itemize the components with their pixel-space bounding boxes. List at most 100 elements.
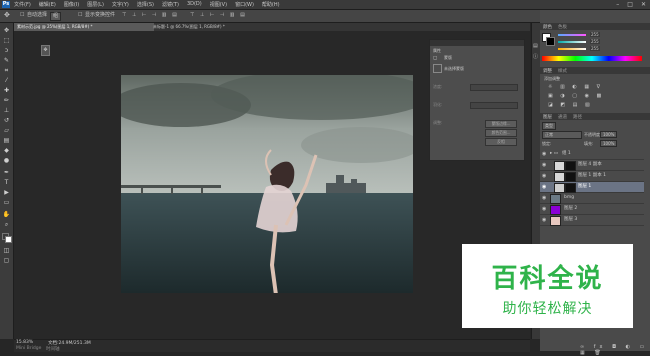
menu-3d[interactable]: 3D(D) xyxy=(187,1,202,8)
zoom-tool-icon[interactable]: ⌕ xyxy=(2,221,11,229)
history-brush-tool-icon[interactable]: ↺ xyxy=(2,117,11,125)
blue-slider[interactable] xyxy=(558,48,586,50)
eye-icon[interactable]: ◉ xyxy=(542,193,546,203)
tab-paths[interactable]: 路径 xyxy=(573,114,582,120)
screen-mode-icon[interactable]: ▢ xyxy=(2,257,11,265)
color-range-button[interactable]: 颜色范围... xyxy=(485,129,517,137)
brush-tool-icon[interactable]: ✏ xyxy=(2,97,11,105)
pen-tool-icon[interactable]: ✒ xyxy=(2,169,11,177)
tab-styles[interactable]: 样式 xyxy=(558,68,567,74)
hand-tool-icon[interactable]: ✋ xyxy=(2,211,11,219)
marquee-tool-icon[interactable]: ⬚ xyxy=(2,37,11,45)
density-field[interactable] xyxy=(470,84,518,91)
minimize-button[interactable]: – xyxy=(616,1,619,8)
background-color-swatch[interactable] xyxy=(5,236,12,243)
red-slider[interactable] xyxy=(558,34,586,36)
eyedropper-tool-icon[interactable]: ⁄ xyxy=(2,77,11,85)
tab-document-2[interactable]: 未标题-1 @ 66.7%(图层 1, RGB/8#) * xyxy=(150,23,306,31)
menu-view[interactable]: 视图(V) xyxy=(210,1,227,8)
healing-brush-tool-icon[interactable]: ✚ xyxy=(2,87,11,95)
path-select-tool-icon[interactable]: ▶ xyxy=(2,189,11,197)
adjustment-icons-row-1[interactable]: ☼ ▥ ◐ ▦ ∇ xyxy=(548,84,603,90)
red-value[interactable]: 255 xyxy=(590,32,600,37)
adjustment-icons-row-3[interactable]: ◪ ◩ ▤ ▧ xyxy=(548,102,593,108)
tab-channels[interactable]: 通道 xyxy=(558,114,567,120)
tab-color[interactable]: 颜色 xyxy=(543,24,552,30)
fill-field[interactable]: 100% xyxy=(600,140,618,147)
eye-icon[interactable]: ◉ xyxy=(542,149,546,159)
color-bg-swatch[interactable] xyxy=(546,37,555,46)
menu-filter[interactable]: 滤镜(T) xyxy=(162,1,179,8)
eye-icon[interactable]: ◉ xyxy=(542,204,546,214)
menu-help[interactable]: 帮助(H) xyxy=(262,1,280,8)
blue-value[interactable]: 255 xyxy=(590,46,600,51)
crop-tool-icon[interactable]: ⌗ xyxy=(2,67,11,75)
tab-adjustments[interactable]: 调整 xyxy=(543,68,552,74)
mask-thumb[interactable] xyxy=(433,64,442,73)
menu-edit[interactable]: 编辑(E) xyxy=(39,1,56,8)
layer-row[interactable]: ◉ bmg xyxy=(540,193,644,204)
invert-button[interactable]: 反相 xyxy=(485,138,517,146)
menu-type[interactable]: 文字(Y) xyxy=(112,1,129,8)
menu-select[interactable]: 选择(S) xyxy=(137,1,154,8)
lasso-tool-icon[interactable]: ↄ xyxy=(2,47,11,55)
tab-swatches[interactable]: 色板 xyxy=(558,24,567,30)
green-slider[interactable] xyxy=(558,41,586,43)
tab-layers[interactable]: 图层 xyxy=(543,114,552,120)
feather-field[interactable] xyxy=(470,102,518,109)
quick-select-tool-icon[interactable]: ✎ xyxy=(2,57,11,65)
align-icons[interactable]: ⊤ ⊥ ⊢ ⊣ ▥ ▤ xyxy=(122,12,179,19)
menu-image[interactable]: 图像(I) xyxy=(64,1,79,8)
info-icon[interactable]: ⓘ xyxy=(533,53,538,60)
type-tool-icon[interactable]: T xyxy=(2,179,11,187)
auto-select-target-dropdown[interactable]: 组 xyxy=(50,12,62,21)
auto-select-checkbox[interactable]: ☐ xyxy=(20,12,24,19)
maximize-button[interactable]: □ xyxy=(627,1,633,8)
tab-document-1[interactable]: 素材示范.jpg @ 25%(图层 1, RGB/8#) * xyxy=(14,23,154,31)
timeline-tab[interactable]: 时间轴 xyxy=(46,346,60,352)
properties-panel[interactable]: 属性 ◻ 蒙版 未选择蒙版 浓度: 羽化: 调整: 蒙版边缘... 颜色范围..… xyxy=(429,39,525,161)
layer-kind-filter[interactable]: 类型 xyxy=(542,122,556,130)
eraser-tool-icon[interactable]: ▱ xyxy=(2,127,11,135)
green-value[interactable]: 255 xyxy=(590,39,600,44)
layer-row[interactable]: ◉ 图层 3 xyxy=(540,215,644,226)
move-tool-icon[interactable]: ✥ xyxy=(2,27,11,35)
distribute-icons[interactable]: ⊤ ⊥ ⊢ ⊣ ▥ ▤ xyxy=(190,12,247,19)
menu-file[interactable]: 文件(F) xyxy=(14,1,31,8)
layer-mask-thumb[interactable] xyxy=(565,172,576,182)
layer-row[interactable]: ◉ 图层 4 副本 xyxy=(540,160,644,171)
blend-mode-dropdown[interactable]: 正常 xyxy=(542,131,582,139)
eye-icon[interactable]: ◉ xyxy=(542,171,546,181)
opacity-field[interactable]: 100% xyxy=(600,131,618,138)
dodge-tool-icon[interactable]: ● xyxy=(2,157,11,165)
mask-edge-button[interactable]: 蒙版边缘... xyxy=(485,120,517,128)
quick-mask-icon[interactable]: ◫ xyxy=(2,247,11,255)
menu-layer[interactable]: 图层(L) xyxy=(87,1,104,8)
zoom-readout[interactable]: 15.83% xyxy=(16,340,33,345)
shape-tool-icon[interactable]: ▭ xyxy=(2,199,11,207)
layer-mask-thumb[interactable] xyxy=(565,183,576,193)
gradient-tool-icon[interactable]: ▤ xyxy=(2,137,11,145)
layer-action-icons[interactable]: ∞ fx ◘ ◐ ▭ ▦ 🗑 xyxy=(580,344,650,356)
mini-bridge-tab[interactable]: Mini Bridge xyxy=(16,346,41,351)
eye-icon[interactable]: ◉ xyxy=(542,182,546,192)
move-tool-icon[interactable]: ✥ xyxy=(4,12,10,19)
eye-icon[interactable]: ◉ xyxy=(542,160,546,170)
spectrum-bar[interactable] xyxy=(542,56,642,61)
clone-stamp-tool-icon[interactable]: ⊥ xyxy=(2,107,11,115)
layer-row[interactable]: ◉ ▸ ▭ 组 1 xyxy=(540,149,644,160)
menu-window[interactable]: 窗口(W) xyxy=(235,1,254,8)
layer-mask-thumb[interactable] xyxy=(565,161,576,171)
show-transform-checkbox[interactable]: ☐ xyxy=(78,12,82,19)
layer-row-selected[interactable]: ◉ 图层 1 xyxy=(540,182,644,193)
layer-row[interactable]: ◉ 图层 2 xyxy=(540,204,644,215)
eye-icon[interactable]: ◉ xyxy=(542,215,546,225)
floating-move-tool-icon[interactable]: ✥ xyxy=(41,45,50,56)
properties-titlebar[interactable] xyxy=(430,40,524,46)
adjustment-icons-row-2[interactable]: ▣ ◑ ▢ ◉ ▩ xyxy=(548,93,604,99)
document-photo[interactable] xyxy=(121,75,413,293)
history-icon[interactable]: ▤ xyxy=(533,43,538,49)
close-button[interactable]: ✕ xyxy=(641,1,646,8)
blur-tool-icon[interactable]: ◆ xyxy=(2,147,11,155)
layer-row[interactable]: ◉ 图层 1 副本 1 xyxy=(540,171,644,182)
